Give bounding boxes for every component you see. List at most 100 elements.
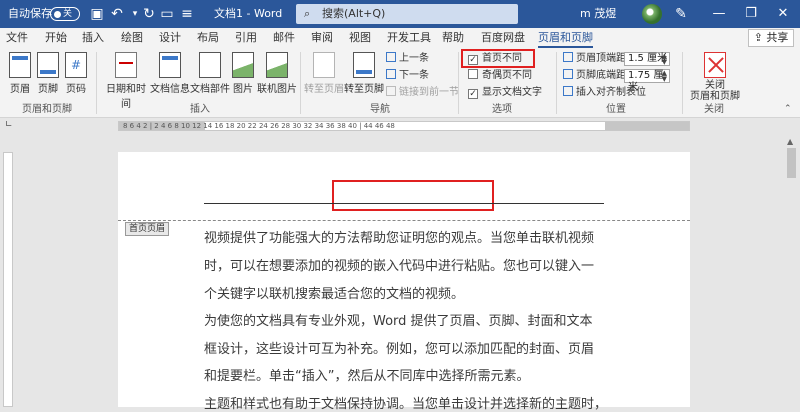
quick-parts-button[interactable]: 文档部件 xyxy=(190,50,230,100)
tab-design[interactable]: 设计 xyxy=(159,28,181,48)
first-page-header-tag: 首页页眉 xyxy=(125,222,170,236)
doc-info-button[interactable]: 文档信息 xyxy=(150,50,190,100)
online-pictures-button[interactable]: 联机图片 xyxy=(256,50,298,100)
tab-help[interactable]: 帮助 xyxy=(442,28,464,48)
date-time-button[interactable]: 日期和时间 xyxy=(102,50,150,110)
quick-parts-icon xyxy=(199,52,221,78)
avatar[interactable] xyxy=(642,4,662,24)
footer-label: 页脚 xyxy=(38,84,58,95)
touch-mode-icon[interactable]: ▭ xyxy=(158,5,176,23)
restore-button[interactable]: ❐ xyxy=(736,0,766,28)
tab-review[interactable]: 审阅 xyxy=(311,28,333,48)
spinner-arrows-icon[interactable]: ▲ ▼ xyxy=(662,70,667,83)
tab-insert[interactable]: 插入 xyxy=(82,28,104,48)
next-button[interactable]: 下一条 xyxy=(386,69,429,83)
tab-layout[interactable]: 布局 xyxy=(197,28,219,48)
tab-baidu-netdisk[interactable]: 百度网盘 xyxy=(481,28,525,48)
group-separator xyxy=(300,52,301,114)
title-bar: 自动保存 关 ▣ ↶ ▾ ↻ ▭ ≡ 文档1 - Word ⌕ 搜索(Alt+Q… xyxy=(0,0,800,28)
tab-draw[interactable]: 绘图 xyxy=(121,28,143,48)
header-boundary-dashed-line xyxy=(118,220,690,221)
spinner-arrows-icon[interactable]: ▲ ▼ xyxy=(662,53,667,66)
group-separator xyxy=(682,52,683,114)
group-label-close: 关闭 xyxy=(704,104,724,115)
underlined-word: 您证明 xyxy=(386,231,426,246)
close-header-footer-label: 关闭 页眉和页脚 xyxy=(690,80,740,102)
search-placeholder: 搜索(Alt+Q) xyxy=(322,7,386,20)
autosave-toggle[interactable]: 关 xyxy=(50,7,80,21)
redo-icon[interactable]: ↻ xyxy=(140,5,158,23)
link-previous-label: 链接到前一节 xyxy=(399,87,459,98)
link-previous-button[interactable]: 链接到前一节 xyxy=(386,86,459,100)
doc-info-icon xyxy=(159,52,181,78)
odd-even-checkbox[interactable]: 奇偶页不同 xyxy=(468,69,532,83)
header-label: 页眉 xyxy=(10,84,30,95)
page-number-button[interactable]: 页码 xyxy=(56,50,96,100)
group-separator xyxy=(458,52,459,114)
body-line-5[interactable]: 框设计，这些设计可互为补充。例如，您可以添加匹配的封面、页眉 xyxy=(204,338,609,357)
collapse-ribbon-icon[interactable]: ⌃ xyxy=(784,104,792,114)
picture-icon xyxy=(232,52,254,78)
tab-mailings[interactable]: 邮件 xyxy=(273,28,295,48)
close-button[interactable]: ✕ xyxy=(768,0,798,28)
body-line-4[interactable]: 为使您的文档具有专业外观，Word 提供了页眉、页脚、封面和文本 xyxy=(204,310,609,329)
group-separator xyxy=(556,52,557,114)
checkbox-checked: ✓ xyxy=(468,89,478,99)
previous-icon xyxy=(386,52,396,62)
tab-developer[interactable]: 开发工具 xyxy=(387,28,431,48)
show-doc-text-checkbox[interactable]: ✓ 显示文档文字 xyxy=(468,86,542,100)
body-line-3[interactable]: 个关键字以联机搜索最适合您的文档的视频。 xyxy=(204,283,609,302)
goto-header-label: 转至页眉 xyxy=(304,84,344,95)
body-line-2[interactable]: 时，可以在想要添加的视频的嵌入代码中进行粘贴。您也可以键入一 xyxy=(204,255,609,274)
vertical-ruler-bar[interactable] xyxy=(3,152,13,407)
group-label-options: 选项 xyxy=(492,104,512,115)
goto-footer-button[interactable]: 转至页脚 xyxy=(344,50,384,100)
share-button[interactable]: ⇪ 共享 xyxy=(748,29,794,47)
body-line-1[interactable]: 视频提供了功能强大的方法帮助您证明您的观点。当您单击联机视频 xyxy=(204,227,609,246)
quick-access-menu-icon[interactable]: ≡ xyxy=(178,5,196,23)
autosave-state: 关 xyxy=(63,9,73,19)
header-from-top-spinner[interactable]: 1.5 厘米 ▲ ▼ xyxy=(624,52,670,66)
autosave-label: 自动保存 xyxy=(8,7,52,20)
insert-align-tab-label: 插入对齐制表位 xyxy=(576,87,646,98)
vertical-ruler xyxy=(0,134,16,407)
previous-button[interactable]: 上一条 xyxy=(386,52,429,66)
save-icon[interactable]: ▣ xyxy=(88,5,106,23)
online-picture-icon xyxy=(266,52,288,78)
document-page[interactable]: 首页页眉 视频提供了功能强大的方法帮助您证明您的观点。当您单击联机视频 时，可以… xyxy=(118,152,690,412)
close-icon xyxy=(704,52,726,78)
scroll-thumb[interactable] xyxy=(787,148,796,178)
pictures-button[interactable]: 图片 xyxy=(228,50,258,100)
goto-header-button[interactable]: 转至页眉 xyxy=(304,50,344,100)
user-name[interactable]: m 茂煜 xyxy=(580,0,616,28)
pictures-label: 图片 xyxy=(233,84,253,95)
tab-selector-icon[interactable]: ∟ xyxy=(5,120,13,130)
calendar-icon xyxy=(115,52,137,78)
goto-footer-icon xyxy=(353,52,375,78)
search-box[interactable]: ⌕ 搜索(Alt+Q) xyxy=(296,4,518,24)
insert-align-tab-button[interactable]: 插入对齐制表位 xyxy=(563,86,646,100)
tab-home[interactable]: 开始 xyxy=(45,28,67,48)
tab-references[interactable]: 引用 xyxy=(235,28,257,48)
body-line-6[interactable]: 和提要栏。单击“插入”，然后从不同库中选择所需元素。 xyxy=(204,365,609,384)
ruler-marks: 8 6 4 2 | 2 4 6 8 10 12 14 16 18 20 22 2… xyxy=(123,122,395,130)
highlight-box-different-first xyxy=(461,49,535,68)
scroll-up-icon[interactable]: ▲ xyxy=(787,137,793,146)
minimize-button[interactable]: — xyxy=(704,0,734,28)
tab-header-footer[interactable]: 页眉和页脚 xyxy=(538,28,593,48)
body-line-7[interactable]: 主题和样式也有助于文档保持协调。当您单击设计并选择新的主题时， xyxy=(204,393,609,412)
footer-from-bottom-spinner[interactable]: 1.75 厘米 ▲ ▼ xyxy=(624,69,670,93)
close-header-footer-button[interactable]: 关闭 页眉和页脚 xyxy=(688,50,742,102)
undo-icon[interactable]: ↶ xyxy=(108,5,126,23)
pen-icon[interactable]: ✎ xyxy=(672,5,690,23)
header-top-icon xyxy=(563,52,573,62)
footer-bottom-icon xyxy=(563,69,573,79)
goto-footer-label: 转至页脚 xyxy=(344,84,384,95)
ruler-bar[interactable]: 8 6 4 2 | 2 4 6 8 10 12 14 16 18 20 22 2… xyxy=(118,121,690,131)
tab-view[interactable]: 视图 xyxy=(349,28,371,48)
group-label-navigation: 导航 xyxy=(370,104,390,115)
align-tab-icon xyxy=(563,86,573,96)
vertical-scrollbar[interactable]: ▲ xyxy=(783,134,800,407)
quick-parts-label: 文档部件 xyxy=(190,84,230,95)
tab-file[interactable]: 文件 xyxy=(6,28,28,48)
